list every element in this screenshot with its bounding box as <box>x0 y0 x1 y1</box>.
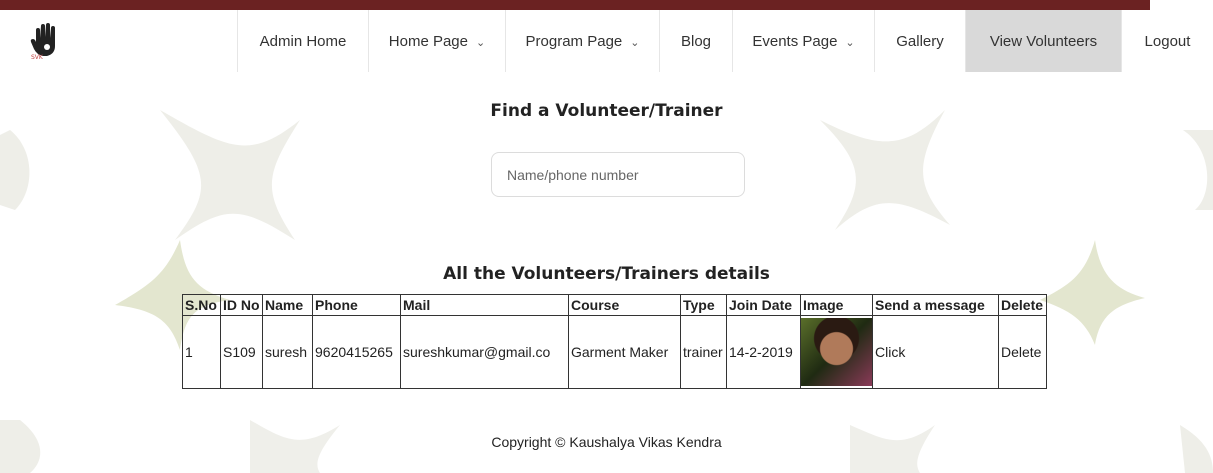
table-header-row: S.No ID No Name Phone Mail Course Type J… <box>182 294 1047 316</box>
nav-blog-label: Blog <box>680 32 712 50</box>
nav-events-page-label: Events Page <box>752 32 838 50</box>
table-row: 1 S109 suresh 9620415265 sureshkumar@gma… <box>182 315 1047 389</box>
column-header-delete: Delete <box>998 294 1047 316</box>
nav-logout[interactable]: Logout <box>1121 10 1213 72</box>
column-header-id: ID No <box>220 294 263 316</box>
nav-view-volunteers[interactable]: View Volunteers <box>965 10 1121 72</box>
cell-mail: sureshkumar@gmail.co <box>400 315 569 389</box>
nav-admin-home-label: Admin Home <box>259 32 347 50</box>
nav-home-page-label: Home Page <box>388 32 468 50</box>
cell-join-date: 14-2-2019 <box>726 315 801 389</box>
svg-text:SVK: SVK <box>31 54 44 60</box>
nav-logout-label: Logout <box>1144 32 1191 50</box>
chevron-down-icon: ⌄ <box>845 36 855 49</box>
chevron-down-icon: ⌄ <box>630 36 640 49</box>
nav-events-page[interactable]: Events Page ⌄ <box>732 10 874 72</box>
cell-id: S109 <box>220 315 263 389</box>
table-title: All the Volunteers/Trainers details <box>443 264 770 284</box>
search-input[interactable] <box>491 152 745 197</box>
column-header-image: Image <box>800 294 873 316</box>
cell-type: trainer <box>680 315 727 389</box>
volunteer-photo <box>801 318 872 386</box>
footer-copyright: Copyright © Kaushalya Vikas Kendra <box>491 434 722 450</box>
cell-image <box>800 315 873 389</box>
nav-program-page[interactable]: Program Page ⌄ <box>505 10 659 72</box>
top-navbar: SVK Admin Home Home Page ⌄ Program Page ⌄ … <box>0 10 1213 72</box>
cell-course: Garment Maker <box>568 315 681 389</box>
hand-logo-icon[interactable]: SVK <box>30 22 60 60</box>
nav-blog[interactable]: Blog <box>659 10 732 72</box>
column-header-mail: Mail <box>400 294 569 316</box>
cell-sno: 1 <box>182 315 221 389</box>
volunteers-table: S.No ID No Name Phone Mail Course Type J… <box>182 294 1047 389</box>
nav-gallery[interactable]: Gallery <box>874 10 965 72</box>
column-header-type: Type <box>680 294 727 316</box>
chevron-down-icon: ⌄ <box>476 36 486 49</box>
delete-link[interactable]: Delete <box>998 315 1047 389</box>
nav-home-page[interactable]: Home Page ⌄ <box>368 10 505 72</box>
column-header-name: Name <box>262 294 313 316</box>
cell-name: suresh <box>262 315 313 389</box>
nav-menu: Admin Home Home Page ⌄ Program Page ⌄ Blog… <box>237 10 1213 72</box>
column-header-send-message: Send a message <box>872 294 999 316</box>
nav-gallery-label: Gallery <box>896 32 944 50</box>
nav-admin-home[interactable]: Admin Home <box>237 10 368 72</box>
cell-phone: 9620415265 <box>312 315 401 389</box>
column-header-sno: S.No <box>182 294 221 316</box>
column-header-course: Course <box>568 294 681 316</box>
column-header-join-date: Join Date <box>726 294 801 316</box>
send-message-link[interactable]: Click <box>872 315 999 389</box>
column-header-phone: Phone <box>312 294 401 316</box>
nav-program-page-label: Program Page <box>525 32 623 50</box>
search-title: Find a Volunteer/Trainer <box>490 101 723 121</box>
nav-view-volunteers-label: View Volunteers <box>989 32 1098 50</box>
